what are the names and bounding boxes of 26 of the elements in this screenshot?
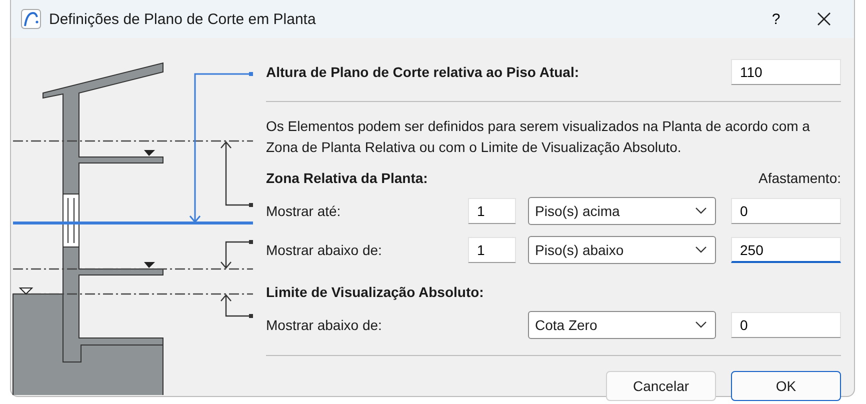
section-heading: Limite de Visualização Absoluto:: [266, 284, 484, 300]
field-label: Mostrar até:: [266, 203, 342, 219]
column-label: Afastamento:: [758, 170, 841, 186]
field-label: Altura de Plano de Corte relativa ao Piso Atual:: [266, 64, 579, 80]
offset-field[interactable]: 0: [731, 198, 841, 224]
close-icon: [817, 12, 831, 26]
dropdown[interactable]: Piso(s) abaixo: [528, 236, 716, 264]
offset-field[interactable]: 250: [731, 237, 841, 263]
cut-height-field[interactable]: 110: [731, 59, 841, 85]
count-field[interactable]: 1: [468, 237, 516, 263]
dropdown[interactable]: Piso(s) acima: [528, 197, 716, 225]
count-field[interactable]: 1: [468, 198, 516, 224]
section-heading: Zona Relativa da Planta:: [266, 170, 428, 186]
dialog-button[interactable]: Cancelar: [606, 371, 716, 401]
help-button[interactable]: ?: [756, 0, 796, 38]
offset-field[interactable]: 0: [731, 312, 841, 338]
dialog-button[interactable]: OK: [731, 371, 841, 401]
description-text: Os Elementos podem ser definidos para serem visualizados na Planta de acordo com a Zona de Planta Relativa ou com o Limite de Visualização Absoluto.: [266, 117, 811, 157]
chevron-icon: [695, 246, 707, 254]
field-label: Mostrar abaixo de:: [266, 242, 383, 258]
chevron-icon: [695, 321, 707, 329]
arc-icon: [21, 9, 41, 29]
chevron-icon: [695, 207, 707, 215]
field-label: Mostrar abaixo de:: [266, 317, 383, 333]
window-title: Definições de Plano de Corte em Planta: [49, 10, 317, 28]
dropdown[interactable]: Cota Zero: [528, 311, 716, 339]
